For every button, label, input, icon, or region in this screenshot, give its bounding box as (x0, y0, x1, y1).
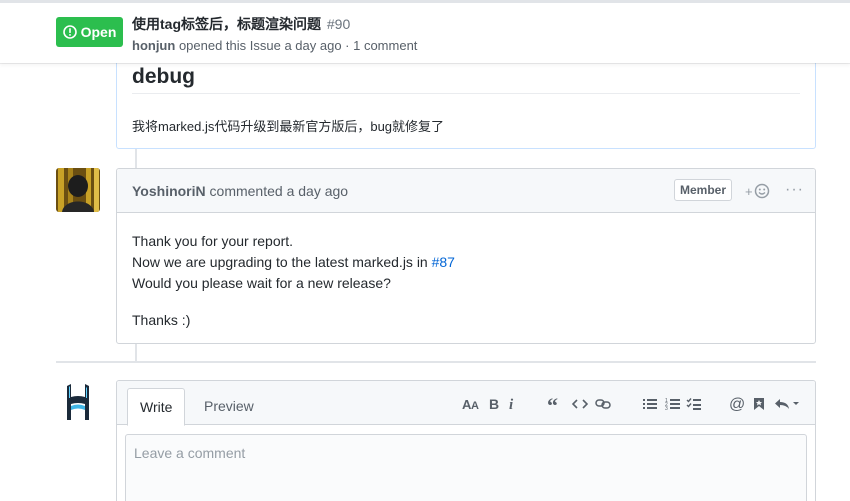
reaction-plus: + (745, 183, 753, 199)
comment-action-text: commented a day ago (205, 183, 349, 199)
sticky-issue-header: Open 使用tag标签后，标题渲染问题 #90 honjun opened t… (0, 0, 850, 63)
markdown-paragraph: 我将marked.js代码升级到最新官方版后，bug就修复了 (132, 119, 445, 134)
avatar[interactable] (56, 168, 100, 212)
svg-text:i: i (509, 397, 514, 411)
svg-text:@: @ (729, 396, 745, 412)
timeline-connector (135, 149, 137, 168)
code-icon[interactable] (572, 394, 588, 414)
current-user-avatar[interactable] (56, 380, 100, 424)
tab-preview[interactable]: Preview (192, 388, 266, 426)
member-badge: Member (674, 179, 733, 201)
saved-reply-icon[interactable] (753, 394, 765, 414)
issue-author-link[interactable]: honjun (132, 38, 175, 53)
ordered-list-icon[interactable]: 123 (665, 394, 681, 414)
link-icon[interactable] (595, 394, 611, 414)
italic-icon[interactable]: i (507, 394, 517, 414)
comment-line: Now we are upgrading to the latest marke… (132, 252, 455, 273)
svg-text:3: 3 (665, 406, 668, 411)
comment-line-text: Now we are upgrading to the latest marke… (132, 254, 432, 270)
smiley-icon (754, 183, 769, 199)
svg-text:B: B (489, 397, 499, 411)
quote-icon[interactable]: “ (547, 394, 563, 414)
add-reaction-button[interactable]: + (745, 181, 770, 201)
issue-meta: honjun opened this Issue a day ago · 1 c… (132, 38, 417, 53)
state-badge-open: Open (56, 17, 123, 47)
comment-header: YoshinoriN commented a day ago Member + … (117, 169, 815, 213)
issue-title: 使用tag标签后，标题渲染问题 #90 (132, 14, 350, 34)
helmet-logo-icon (67, 384, 89, 420)
bold-icon[interactable]: B (487, 394, 501, 414)
issue-opened-icon (62, 25, 77, 39)
comment-line: Thank you for your report. (132, 233, 294, 249)
comment-body: Thank you for your report. Now we are up… (132, 231, 455, 331)
comment-line: Would you please wait for a new release? (132, 275, 391, 291)
timeline-divider (56, 361, 816, 363)
tab-write[interactable]: Write (127, 388, 186, 426)
issue-meta-text: opened this Issue a day ago · 1 comment (175, 38, 418, 53)
unordered-list-icon[interactable] (642, 394, 658, 414)
reply-icon[interactable] (774, 394, 800, 414)
comment-form-header: Write Preview AA B i “ 123 @ (117, 381, 815, 426)
comment-author-line: YoshinoriN commented a day ago (132, 183, 348, 199)
svg-text:“: “ (547, 397, 558, 411)
header-icon[interactable]: AA (462, 394, 480, 414)
comment-author-link[interactable]: YoshinoriN (132, 183, 206, 199)
markdown-heading: debug (132, 65, 800, 94)
state-label: Open (80, 24, 117, 40)
mention-icon[interactable]: @ (729, 394, 745, 414)
comment-line: Thanks :) (132, 312, 191, 328)
comment: YoshinoriN commented a day ago Member + … (116, 168, 816, 344)
task-list-icon[interactable] (686, 394, 702, 414)
comment-textarea[interactable]: Leave a comment (125, 434, 807, 501)
avatar-photo (56, 168, 100, 212)
more-options-button[interactable]: ··· (785, 181, 804, 199)
issue-number: #90 (326, 16, 351, 32)
timeline-connector (135, 344, 137, 361)
svg-text:A: A (471, 400, 479, 411)
issue-title-text: 使用tag标签后，标题渲染问题 (132, 16, 321, 32)
issue-reference-link[interactable]: #87 (432, 254, 455, 270)
new-comment-form: Write Preview AA B i “ 123 @ Leave a com… (116, 380, 816, 501)
